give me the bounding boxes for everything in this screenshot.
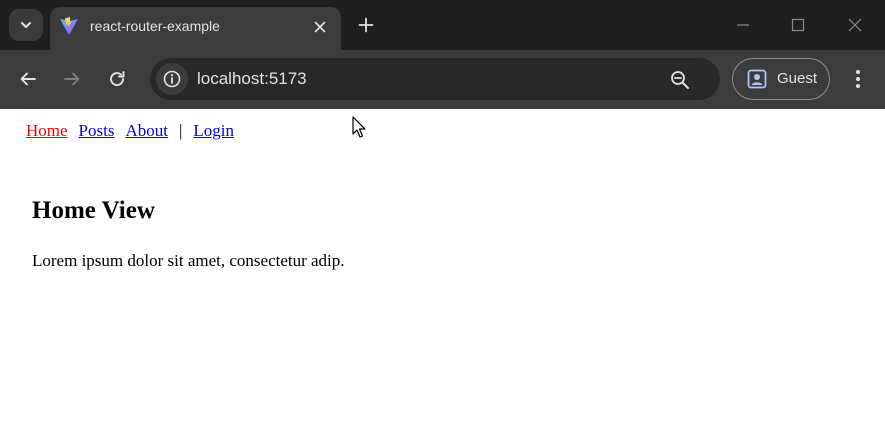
plus-icon	[358, 17, 374, 33]
maximize-icon	[791, 18, 805, 32]
reload-icon	[110, 71, 125, 86]
maximize-button[interactable]	[785, 12, 811, 38]
vite-logo-icon	[60, 17, 78, 35]
tab-strip: react-router-example	[0, 0, 885, 50]
nav-link-about[interactable]: About	[125, 121, 168, 140]
profile-button[interactable]: Guest	[732, 58, 830, 100]
new-tab-button[interactable]	[353, 12, 379, 38]
guest-profile-icon	[747, 69, 767, 89]
minimize-icon	[737, 24, 749, 26]
nav-link-posts[interactable]: Posts	[79, 121, 115, 140]
tab-close-button[interactable]	[308, 15, 332, 39]
zoom-out-icon	[671, 71, 689, 89]
window-close-button[interactable]	[842, 12, 868, 38]
site-info-button[interactable]	[156, 63, 188, 95]
page-body-text: Lorem ipsum dolor sit amet, consectetur …	[32, 251, 345, 270]
close-icon	[848, 18, 862, 32]
arrow-right-icon	[64, 72, 80, 86]
page-title: Home View	[32, 197, 155, 224]
browser-menu-button[interactable]	[846, 66, 870, 92]
browser-tab[interactable]: react-router-example	[50, 7, 341, 50]
site-nav: Home Posts About | Login	[26, 121, 234, 141]
zoom-button[interactable]	[668, 68, 692, 92]
nav-link-home[interactable]: Home	[26, 121, 68, 140]
url-text: localhost:5173	[197, 69, 307, 88]
forward-button[interactable]	[57, 64, 87, 94]
page-viewport: Home Posts About | Login Home View Lorem ips…	[0, 109, 885, 431]
more-vertical-icon	[856, 70, 860, 88]
reload-button[interactable]	[102, 64, 132, 94]
browser-toolbar: localhost:5173 Guest	[0, 50, 885, 109]
nav-link-login[interactable]: Login	[193, 121, 234, 140]
back-button[interactable]	[13, 64, 43, 94]
chevron-down-icon	[21, 22, 31, 28]
tab-search-button[interactable]	[9, 9, 43, 41]
arrow-left-icon	[20, 72, 36, 86]
mouse-cursor-icon	[352, 116, 366, 138]
info-icon	[163, 70, 181, 88]
profile-label: Guest	[777, 70, 818, 87]
close-icon	[314, 21, 326, 33]
minimize-button[interactable]	[730, 12, 756, 38]
address-bar[interactable]: localhost:5173	[150, 58, 720, 100]
tab-title: react-router-example	[90, 18, 220, 34]
nav-separator: |	[178, 121, 183, 140]
